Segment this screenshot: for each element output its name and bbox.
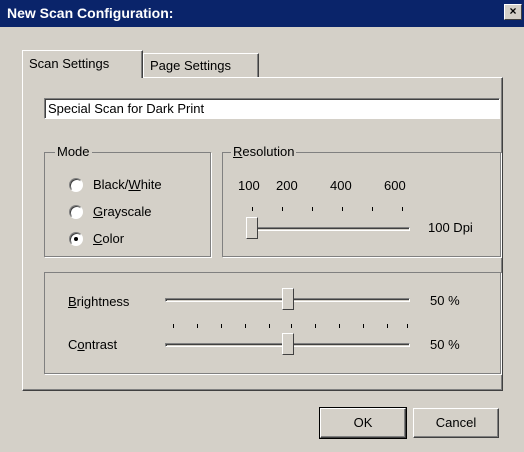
brightness-slider-thumb[interactable]	[281, 288, 294, 310]
window-title: New Scan Configuration:	[7, 5, 174, 21]
resolution-tick	[402, 207, 403, 211]
resolution-tick-label-600: 600	[384, 178, 406, 193]
resolution-tick-label-400: 400	[330, 178, 352, 193]
resolution-slider-thumb[interactable]	[246, 217, 258, 239]
resolution-tick-label-100: 100	[238, 178, 260, 193]
slider-tick	[197, 324, 198, 328]
mode-group: Mode Black/White Grayscale Color	[44, 144, 211, 257]
radio-label-grayscale: Grayscale	[93, 204, 152, 219]
tab-page-settings[interactable]: Page Settings	[143, 53, 259, 77]
resolution-slider-track[interactable]	[246, 227, 410, 231]
title-bar: New Scan Configuration: ×	[0, 0, 524, 27]
scan-name-input[interactable]: Special Scan for Dark Print	[44, 98, 500, 119]
radio-black-white[interactable]	[69, 178, 83, 192]
slider-tick	[363, 324, 364, 328]
mode-legend: Mode	[55, 144, 92, 159]
resolution-tick-label-200: 200	[276, 178, 298, 193]
cancel-button[interactable]: Cancel	[413, 408, 499, 438]
close-icon[interactable]: ×	[504, 4, 522, 20]
slider-tick	[407, 324, 408, 328]
radio-grayscale[interactable]	[69, 205, 83, 219]
resolution-legend: Resolution	[231, 144, 297, 159]
resolution-value: 100 Dpi	[428, 220, 473, 235]
brightness-value: 50 %	[430, 293, 460, 308]
resolution-group: Resolution 100 200 400 600 100 Dpi	[222, 144, 501, 257]
slider-tick	[339, 324, 340, 328]
slider-tick	[291, 324, 292, 328]
resolution-tick	[252, 207, 253, 211]
resolution-tick	[282, 207, 283, 211]
contrast-label: Contrast	[68, 337, 118, 352]
ok-button[interactable]: OK	[319, 407, 407, 439]
radio-label-color: Color	[93, 231, 125, 246]
resolution-tick	[312, 207, 313, 211]
slider-tick	[245, 324, 246, 328]
radio-color[interactable]	[69, 232, 83, 246]
brightness-label: Brightness	[68, 294, 130, 309]
slider-tick	[269, 324, 270, 328]
slider-tick	[221, 324, 222, 328]
slider-tick	[315, 324, 316, 328]
contrast-value: 50 %	[430, 337, 460, 352]
slider-tick	[387, 324, 388, 328]
contrast-slider-thumb[interactable]	[281, 333, 294, 355]
tab-scan-settings[interactable]: Scan Settings	[22, 50, 143, 78]
radio-selected-dot	[74, 237, 78, 241]
brightness-contrast-group: Brightness 50 % Contrast 50 %	[44, 272, 501, 374]
resolution-tick	[372, 207, 373, 211]
slider-tick	[173, 324, 174, 328]
resolution-tick	[342, 207, 343, 211]
radio-label-black-white: Black/White	[93, 177, 162, 192]
